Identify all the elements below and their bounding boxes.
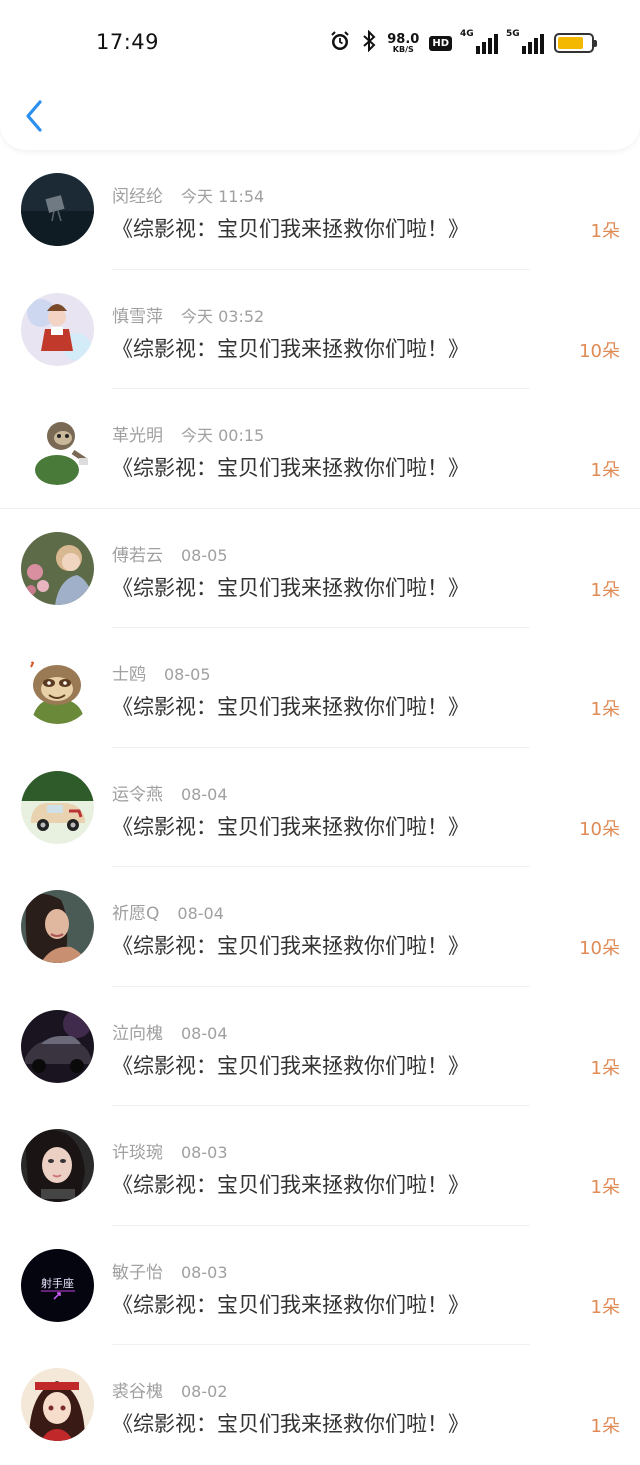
avatar[interactable] — [21, 890, 94, 963]
avatar[interactable] — [21, 531, 94, 605]
sender-name: 许琰琬 — [112, 1143, 163, 1163]
timestamp: 08-03 — [181, 1143, 228, 1162]
avatar[interactable] — [21, 651, 94, 724]
avatar[interactable] — [21, 1009, 94, 1083]
list-item[interactable]: 祈愿Q 08-04 《综影视：宝贝们我来拯救你们啦！》 10朵 — [0, 867, 640, 987]
timestamp: 今天 11:54 — [181, 187, 265, 206]
flower-count: 1朵 — [590, 1177, 620, 1198]
gift-record-list: 闵经纶 今天 11:54 《综影视：宝贝们我来拯救你们啦！》 1朵 慎雪萍 今天 0… — [0, 150, 640, 1465]
sender-name: 裘谷槐 — [112, 1382, 163, 1402]
sender-name: 运令燕 — [112, 784, 163, 805]
sender-name: 泣向槐 — [112, 1023, 163, 1044]
book-title: 《综影视：宝贝们我来拯救你们啦！》 — [112, 814, 469, 839]
book-title: 《综影视：宝贝们我来拯救你们啦！》 — [112, 456, 469, 480]
flower-count: 1朵 — [590, 1416, 620, 1437]
avatar[interactable] — [21, 770, 94, 844]
timestamp: 08-04 — [181, 784, 228, 804]
net-speed: 98.0 KB/S — [387, 31, 420, 54]
list-item[interactable]: 泣向槐 08-04 《综影视：宝贝们我来拯救你们啦！》 1朵 — [0, 987, 640, 1106]
avatar[interactable]: 射手座 — [21, 1248, 94, 1322]
flower-count: 1朵 — [590, 579, 620, 601]
signal-5g-icon: 5G — [506, 29, 544, 54]
avatar[interactable] — [21, 1368, 94, 1441]
list-item[interactable]: 许琰琬 08-03 《综影视：宝贝们我来拯救你们啦！》 1朵 — [0, 1106, 640, 1226]
list-item[interactable]: 革光明 今天 00:15 《综影视：宝贝们我来拯救你们啦！》 1朵 — [0, 389, 640, 509]
avatar[interactable] — [21, 173, 94, 246]
list-item[interactable]: 傅若云 08-05 《综影视：宝贝们我来拯救你们啦！》 1朵 — [0, 509, 640, 628]
sender-name: 傅若云 — [112, 545, 163, 566]
flower-count: 1朵 — [590, 221, 620, 242]
timestamp: 08-03 — [181, 1262, 228, 1282]
timestamp: 今天 00:15 — [181, 426, 265, 445]
book-title: 《综影视：宝贝们我来拯救你们啦！》 — [112, 695, 469, 719]
bluetooth-icon — [361, 29, 377, 56]
sender-name: 革光明 — [112, 426, 163, 446]
book-title: 《综影视：宝贝们我来拯救你们啦！》 — [112, 217, 469, 241]
list-item[interactable]: 射手座 敏子怡 08-03 《综影视：宝贝们我来拯救你们啦！》 1朵 — [0, 1226, 640, 1345]
top-bar: 17:49 98.0 KB/S HD 4G 5G — [0, 0, 640, 150]
sender-name: 祈愿Q — [112, 904, 160, 924]
sender-name: 士鸥 — [112, 665, 146, 685]
book-title: 《综影视：宝贝们我来拯救你们啦！》 — [112, 1412, 469, 1436]
signal-4g-icon: 4G — [460, 29, 498, 54]
book-title: 《综影视：宝贝们我来拯救你们啦！》 — [112, 575, 469, 600]
list-item[interactable]: 运令燕 08-04 《综影视：宝贝们我来拯救你们啦！》 10朵 — [0, 748, 640, 867]
avatar[interactable] — [21, 412, 94, 485]
sender-name: 慎雪萍 — [112, 306, 163, 327]
avatar[interactable] — [21, 292, 94, 366]
book-title: 《综影视：宝贝们我来拯救你们啦！》 — [112, 1292, 469, 1317]
book-title: 《综影视：宝贝们我来拯救你们啦！》 — [112, 934, 469, 958]
book-title: 《综影视：宝贝们我来拯救你们啦！》 — [112, 336, 469, 361]
timestamp: 08-04 — [177, 904, 224, 923]
timestamp: 08-02 — [181, 1382, 228, 1401]
status-icons: 98.0 KB/S HD 4G 5G — [329, 28, 597, 58]
flower-count: 1朵 — [590, 1057, 620, 1079]
hd-badge: HD — [429, 35, 452, 51]
flower-count: 1朵 — [590, 1296, 620, 1318]
timestamp: 今天 03:52 — [181, 306, 265, 326]
avatar-text: 射手座 — [41, 1276, 74, 1290]
list-item[interactable]: 闵经纶 今天 11:54 《综影视：宝贝们我来拯救你们啦！》 1朵 — [0, 150, 640, 270]
avatar[interactable] — [21, 1129, 94, 1202]
timestamp: 08-05 — [164, 665, 211, 684]
list-item[interactable]: 士鸥 08-05 《综影视：宝贝们我来拯救你们啦！》 1朵 — [0, 628, 640, 748]
battery-icon — [554, 33, 597, 53]
flower-count: 10朵 — [579, 340, 620, 362]
flower-count: 10朵 — [579, 818, 620, 840]
book-title: 《综影视：宝贝们我来拯救你们啦！》 — [112, 1053, 469, 1078]
alarm-icon — [329, 30, 351, 56]
list-item[interactable]: 裘谷槐 08-02 《综影视：宝贝们我来拯救你们啦！》 1朵 — [0, 1345, 640, 1465]
flower-count: 1朵 — [590, 460, 620, 481]
flower-count: 1朵 — [590, 699, 620, 720]
battery-level — [558, 37, 583, 49]
back-button[interactable] — [22, 98, 48, 134]
chevron-left-icon — [26, 100, 42, 132]
sender-name: 敏子怡 — [112, 1262, 163, 1283]
timestamp: 08-04 — [181, 1023, 228, 1043]
flower-count: 10朵 — [579, 938, 620, 959]
book-title: 《综影视：宝贝们我来拯救你们啦！》 — [112, 1173, 469, 1197]
list-item[interactable]: 慎雪萍 今天 03:52 《综影视：宝贝们我来拯救你们啦！》 10朵 — [0, 270, 640, 389]
status-time: 17:49 — [96, 30, 160, 54]
sender-name: 闵经纶 — [112, 187, 163, 207]
timestamp: 08-05 — [181, 545, 228, 565]
